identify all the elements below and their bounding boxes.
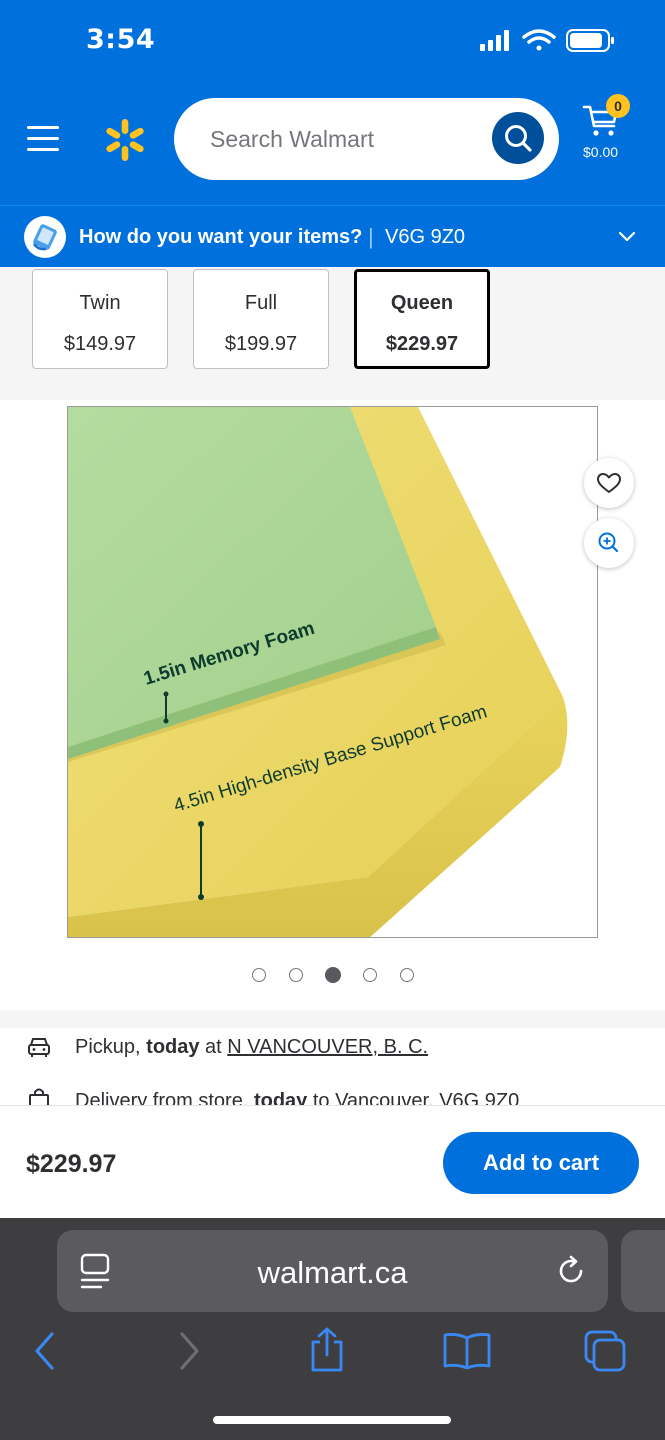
- pickup-store-link[interactable]: N VANCOUVER, B. C.: [227, 1036, 428, 1058]
- reload-icon[interactable]: [554, 1254, 588, 1288]
- bookmarks-icon[interactable]: [441, 1330, 493, 1372]
- back-icon[interactable]: [30, 1330, 60, 1372]
- pickup-row: Pickup, today at N VANCOUVER, B. C.: [0, 1030, 665, 1066]
- bag-icon: [29, 1088, 49, 1105]
- pickup-when: today: [146, 1036, 200, 1058]
- carousel-dot-active[interactable]: [325, 967, 341, 983]
- cart-total: $0.00: [583, 144, 619, 160]
- signal-icon: [480, 30, 509, 51]
- carousel-dot[interactable]: [252, 968, 266, 982]
- delivery-when: today: [253, 1090, 308, 1105]
- product-image[interactable]: 1.5in Memory Foam 4.5in High-density Bas…: [67, 406, 598, 938]
- size-label: Twin: [79, 292, 121, 314]
- carousel-dot[interactable]: [289, 968, 303, 982]
- favorite-button[interactable]: [584, 458, 634, 508]
- size-price: $149.97: [63, 333, 137, 355]
- tabs-icon[interactable]: [582, 1328, 630, 1374]
- size-option-twin[interactable]: Twin $149.97: [32, 269, 168, 369]
- search-icon: [505, 125, 532, 152]
- status-time: 3:54: [86, 24, 156, 55]
- section-divider: [0, 1010, 665, 1028]
- address-bar[interactable]: walmart.ca: [57, 1230, 608, 1312]
- next-tab-peek[interactable]: [621, 1230, 665, 1312]
- size-price: $199.97: [224, 333, 298, 355]
- carousel-dot[interactable]: [400, 968, 414, 982]
- image-carousel-dots: [250, 965, 420, 985]
- sticky-add-to-cart-bar: $229.97 Add to cart: [0, 1105, 665, 1218]
- menu-button[interactable]: [27, 124, 61, 152]
- fulfillment-selector[interactable]: How do you want your items? | V6G 9Z0: [0, 205, 665, 267]
- zoom-button[interactable]: [584, 518, 634, 568]
- walmart-spark-logo[interactable]: [102, 117, 148, 163]
- battery-icon: [566, 29, 614, 52]
- postal-code: V6G 9Z0: [385, 226, 466, 248]
- delivery-to: to Vancouver, V6G 9Z0: [307, 1090, 520, 1105]
- car-icon: [28, 1038, 50, 1057]
- size-option-queen[interactable]: Queen $229.97: [354, 269, 490, 369]
- pickup-prefix: Pickup,: [75, 1036, 147, 1058]
- cart-count-badge: 0: [606, 94, 630, 118]
- heart-icon: [597, 473, 621, 493]
- search-input[interactable]: [210, 120, 480, 158]
- delivery-intent-icon: [24, 216, 66, 258]
- delivery-prefix: Delivery from store,: [75, 1090, 254, 1105]
- forward-icon[interactable]: [174, 1330, 204, 1372]
- home-indicator: [213, 1416, 451, 1424]
- browser-toolbar: walmart.ca: [0, 1218, 665, 1440]
- mattress-topper-illustration: 1.5in Memory Foam 4.5in High-density Bas…: [68, 407, 568, 937]
- carousel-dot[interactable]: [363, 968, 377, 982]
- cart-button[interactable]: 0 $0.00: [578, 94, 634, 164]
- search-bar[interactable]: [174, 98, 559, 180]
- add-to-cart-button[interactable]: Add to cart: [443, 1132, 639, 1194]
- fulfillment-question: How do you want your items?: [79, 226, 363, 248]
- size-label: Queen: [390, 292, 454, 314]
- size-option-full[interactable]: Full $199.97: [193, 269, 329, 369]
- share-icon[interactable]: [306, 1326, 348, 1374]
- size-label: Full: [244, 292, 278, 314]
- url-text: walmart.ca: [257, 1255, 408, 1290]
- separator: |: [368, 224, 374, 249]
- pickup-at: at: [199, 1036, 228, 1058]
- chevron-down-icon: [618, 231, 636, 242]
- size-price: $229.97: [385, 333, 459, 355]
- delivery-row: Delivery from store, today to Vancouver,…: [0, 1084, 665, 1105]
- size-selector: Twin $149.97 Full $199.97 Queen $229.97: [0, 267, 665, 400]
- app-header: 3:54 Search Walmart 0 $0.00: [0, 0, 665, 205]
- product-price: $229.97: [26, 1150, 117, 1178]
- zoom-in-icon: [598, 532, 619, 553]
- search-button[interactable]: [492, 112, 544, 164]
- wifi-icon: [522, 29, 556, 51]
- status-icons: [480, 29, 614, 52]
